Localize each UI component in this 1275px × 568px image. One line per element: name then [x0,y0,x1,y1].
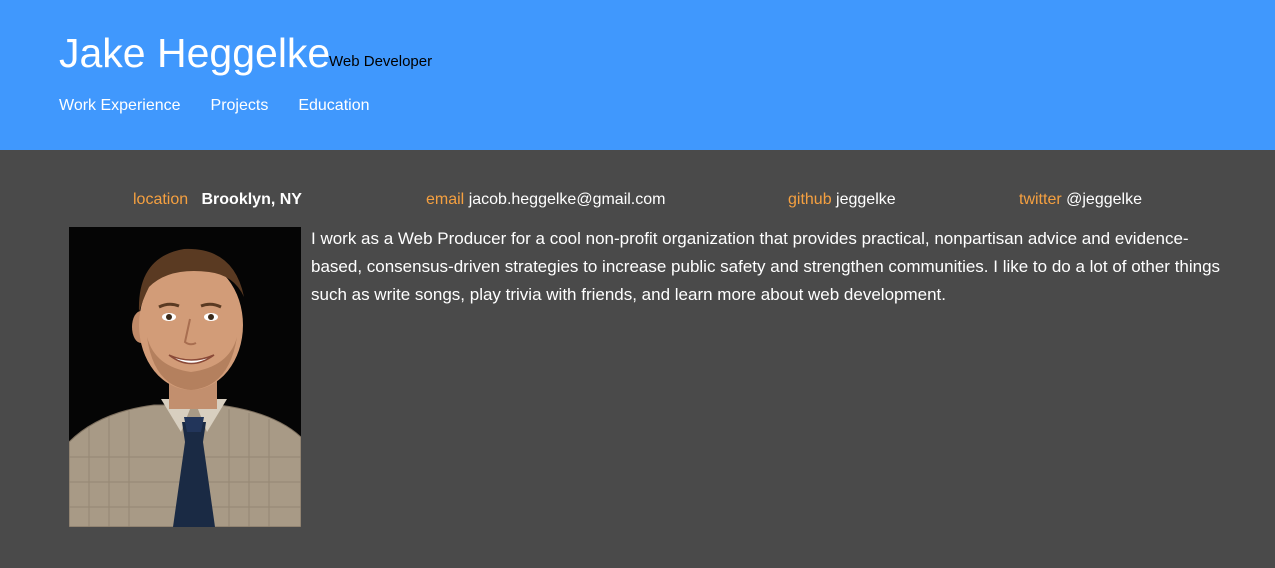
bio-text: I work as a Web Producer for a cool non-… [311,229,1221,304]
page-title: Jake Heggelke [59,30,331,76]
contact-twitter: twitter @jeggelke [1019,191,1142,209]
profile-photo [69,227,301,527]
email-value[interactable]: jacob.heggelke@gmail.com [469,191,666,208]
contact-email: email jacob.heggelke@gmail.com [426,191,665,209]
github-value[interactable]: jeggelke [836,191,896,208]
contact-github: github jeggelke [788,191,896,209]
portrait-illustration [69,227,301,527]
twitter-label: twitter [1019,191,1062,208]
github-label: github [788,191,832,208]
main-nav: Work Experience Projects Education [59,97,370,115]
role-subtitle: Web Developer [329,53,433,70]
contact-location: location Brooklyn, NY [133,191,302,209]
email-label: email [426,191,465,208]
nav-education[interactable]: Education [298,97,369,115]
twitter-value[interactable]: @jeggelke [1066,191,1142,208]
nav-work-experience[interactable]: Work Experience [59,97,181,115]
header: Jake Heggelke Web Developer Work Experie… [0,0,1275,150]
nav-projects[interactable]: Projects [211,97,269,115]
location-label: location [133,191,189,208]
location-value: Brooklyn, NY [201,191,302,208]
